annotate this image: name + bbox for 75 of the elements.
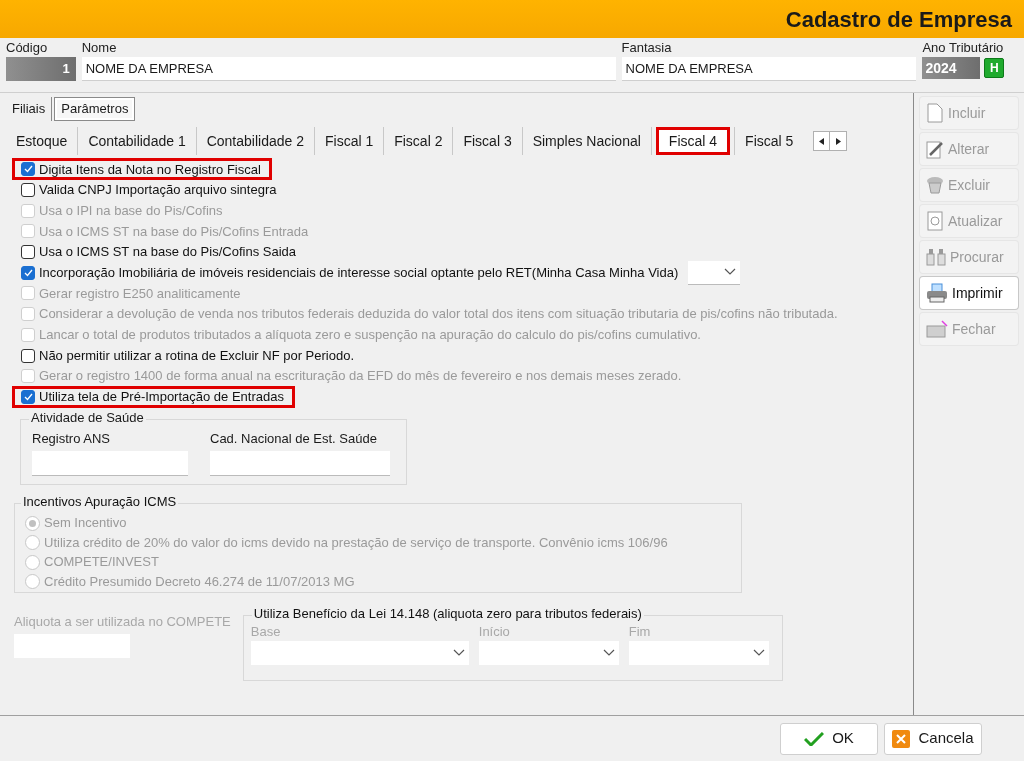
toolbar-button[interactable]: Imprimir bbox=[920, 277, 1018, 309]
chevron-down-icon bbox=[724, 268, 737, 277]
chevron-down-icon bbox=[602, 649, 615, 658]
chevron-down-icon bbox=[452, 649, 465, 658]
tab[interactable]: Fiscal 4 bbox=[655, 127, 731, 155]
check-icon bbox=[23, 165, 33, 174]
check-icon bbox=[23, 392, 33, 401]
name-field[interactable]: NOME DA EMPRESA bbox=[81, 57, 616, 81]
triangle-left-icon bbox=[819, 137, 825, 145]
field-label: Cad. Nacional de Est. Saúde bbox=[210, 432, 378, 446]
text-field[interactable] bbox=[32, 451, 188, 477]
check-icon bbox=[23, 268, 33, 277]
field-label: Registro ANS bbox=[32, 432, 112, 446]
field-label: Nome bbox=[81, 41, 118, 54]
pencil-icon bbox=[926, 139, 944, 159]
option-label: Usa o ICMS ST na base do Pis/Cofins Entrada bbox=[39, 222, 309, 241]
option-label: Gerar registro E250 analiticamente bbox=[39, 284, 241, 303]
checkbox[interactable] bbox=[21, 183, 35, 198]
dropdown[interactable] bbox=[688, 260, 741, 285]
tab[interactable]: Simples Nacional bbox=[522, 127, 651, 155]
option-label: Valida CNPJ Importação arquivo sintegra bbox=[39, 181, 277, 200]
option-label: Utiliza tela de Pré-Importação de Entradas bbox=[39, 388, 284, 407]
document-icon bbox=[926, 103, 944, 123]
tab[interactable]: Estoque bbox=[6, 127, 78, 155]
radio-label: Crédito Presumido Decreto 46.274 de 11/07/2013 MG bbox=[44, 572, 355, 591]
radio-label: Sem Incentivo bbox=[44, 514, 127, 533]
checkbox[interactable] bbox=[21, 348, 35, 363]
trade-name-field[interactable]: NOME DA EMPRESA bbox=[621, 57, 917, 81]
option-label: Usa o IPI na base do Pis/Cofins bbox=[39, 201, 223, 220]
tab[interactable]: Fiscal 1 bbox=[314, 127, 384, 155]
bin-icon bbox=[926, 175, 944, 195]
option-label: Digita Itens da Nota no Registro Fiscal bbox=[39, 160, 261, 179]
dropdown[interactable] bbox=[250, 641, 469, 666]
tab[interactable]: Contabilidade 1 bbox=[78, 127, 196, 155]
group-title: Atividade de Saúde bbox=[29, 411, 146, 425]
checkbox[interactable] bbox=[21, 265, 35, 280]
tab[interactable]: Fiscal 5 bbox=[735, 127, 804, 155]
year-field[interactable]: 2024 bbox=[922, 57, 981, 79]
field-label: Início bbox=[478, 625, 511, 639]
tab[interactable]: Fiscal 3 bbox=[453, 127, 522, 155]
tab[interactable]: Filiais bbox=[6, 97, 53, 121]
option-label: Gerar o registro 1400 de forma anual na escrituração da EFD do mês de fevereiro e nos demais meses zerado. bbox=[39, 367, 682, 386]
group-title: Incentivos Apuração ICMS bbox=[21, 495, 179, 509]
field-label: Base bbox=[250, 625, 282, 639]
radio-label: Utiliza crédito de 20% do valor do icms devido na prestação de serviço de transporte. Convênio icms 106/96 bbox=[44, 533, 668, 552]
option-label: Incorporação Imobiliária de imóveis residenciais de interesse social optante pelo RET(Minha Casa Minha Vida) bbox=[39, 264, 679, 283]
option-label: Não permitir utilizar a rotina de Excluir NF por Periodo. bbox=[39, 346, 354, 365]
tab[interactable]: Contabilidade 2 bbox=[196, 127, 314, 155]
option-label: Usa o ICMS ST na base do Pis/Cofins Saida bbox=[39, 243, 296, 262]
field-label: Fantasia bbox=[621, 41, 673, 54]
group-title: Utiliza Benefício da Lei 14.148 (aliquota zero para tributos federais) bbox=[251, 607, 644, 621]
checkbox[interactable] bbox=[21, 245, 35, 260]
window-title: Cadastro de Empresa bbox=[785, 5, 1012, 34]
ok-button[interactable]: OK bbox=[780, 722, 878, 755]
checkmark-icon bbox=[804, 731, 825, 746]
radio-label: COMPETE/INVEST bbox=[44, 553, 159, 572]
triangle-right-icon bbox=[835, 137, 841, 145]
close-icon bbox=[892, 729, 911, 748]
field-label: Fim bbox=[628, 625, 652, 639]
text-field[interactable] bbox=[210, 451, 390, 477]
checkbox[interactable] bbox=[21, 389, 35, 404]
field-label: Aliquota a ser utilizada no COMPETE bbox=[14, 615, 231, 629]
option-label: Considerar a devolução de venda nos tributos federais deduzida do valor total dos itens com situação tributaria de pis/cofins não tributada. bbox=[39, 305, 838, 324]
dropdown[interactable] bbox=[628, 641, 769, 666]
dropdown[interactable] bbox=[478, 641, 619, 666]
field-label: Ano Tributário bbox=[922, 41, 1005, 54]
field-label: Código bbox=[6, 41, 49, 54]
cancel-button[interactable]: Cancela bbox=[884, 722, 982, 755]
chevron-down-icon bbox=[752, 649, 765, 658]
tab[interactable]: Parâmetros bbox=[54, 97, 136, 121]
tab[interactable]: Fiscal 2 bbox=[384, 127, 453, 155]
printer-icon bbox=[926, 283, 948, 303]
code-field[interactable]: 1 bbox=[6, 57, 76, 81]
checkbox[interactable] bbox=[21, 162, 35, 177]
option-label: Lancar o total de produtos tributados a alíquota zero e suspenção na apuração do calculo do pis/cofins cumulativo. bbox=[39, 326, 701, 345]
